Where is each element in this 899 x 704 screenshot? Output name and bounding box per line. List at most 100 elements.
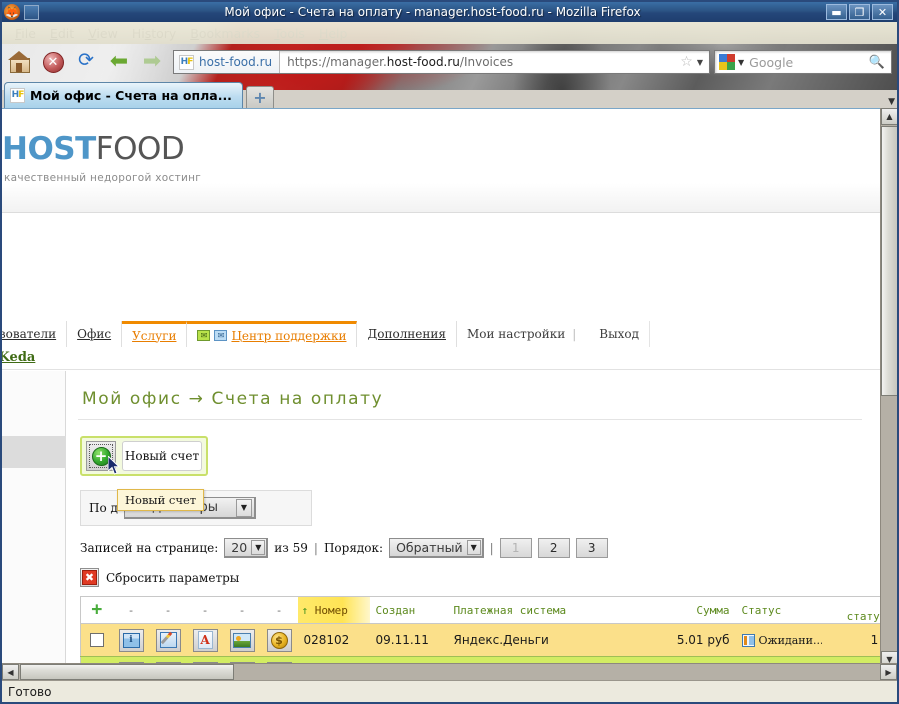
reload-button[interactable]: ⟳ bbox=[71, 47, 101, 77]
title-bar: 🦊 Мой офис - Счета на оплату - manager.h… bbox=[2, 2, 897, 22]
order-label: Порядок: bbox=[323, 541, 384, 555]
row-checkbox[interactable] bbox=[89, 633, 104, 648]
sidebar-highlight-block bbox=[2, 436, 66, 468]
reset-parameters[interactable]: ✖ Сбросить параметры bbox=[80, 568, 874, 587]
new-tab-button[interactable]: + bbox=[245, 86, 274, 108]
nav-item-logout[interactable]: Выход bbox=[589, 321, 649, 347]
nav-item-office[interactable]: Офис bbox=[67, 321, 123, 347]
scroll-right-button[interactable]: ▶ bbox=[880, 664, 897, 680]
close-x-icon[interactable]: ✖ bbox=[80, 568, 99, 587]
new-invoice-label: Новый счет bbox=[122, 441, 202, 471]
page-horizontal-scrollbar[interactable]: ◀ ▶ bbox=[2, 663, 897, 680]
column-select-all[interactable]: + bbox=[80, 596, 113, 624]
tab-invoices[interactable]: HF Мой офис - Счета на опла... bbox=[4, 82, 243, 108]
main-navigation: Группы Пользователи Офис Услуги ✉ ✉ Цент… bbox=[2, 321, 897, 347]
new-invoice-icon-button[interactable]: + bbox=[86, 441, 116, 471]
chevron-down-icon[interactable]: ▼ bbox=[735, 58, 749, 67]
row-edit-cell[interactable] bbox=[149, 623, 187, 657]
sort-asc-icon: ↑ bbox=[301, 603, 309, 617]
forward-button[interactable]: ➡ bbox=[137, 47, 167, 77]
chevron-down-icon[interactable]: ▼ bbox=[695, 58, 709, 67]
nav-item-support-center[interactable]: ✉ ✉ Центр поддержки bbox=[187, 321, 358, 347]
pagination-separator-2: | bbox=[489, 541, 494, 555]
bookmark-star-icon[interactable]: ☆ bbox=[678, 54, 695, 70]
column-edit: - bbox=[149, 596, 187, 624]
records-per-page-select[interactable]: 20 ▼ bbox=[224, 538, 269, 558]
nav-item-users[interactable]: Пользователи bbox=[2, 321, 68, 347]
plus-icon: + bbox=[91, 598, 103, 620]
nav-label: Мои настройки bbox=[466, 327, 566, 341]
minimize-button[interactable]: ▬ bbox=[826, 4, 847, 20]
scroll-left-button[interactable]: ◀ bbox=[2, 664, 19, 680]
column-payment-system[interactable]: Платежная система bbox=[447, 596, 618, 624]
coin-icon[interactable]: $ bbox=[266, 628, 292, 652]
chevron-down-icon: ▼ bbox=[251, 540, 266, 555]
search-input[interactable]: Google bbox=[749, 55, 869, 70]
menu-bar-background bbox=[2, 22, 897, 44]
order-select-value: Обратный bbox=[396, 540, 463, 555]
new-invoice-tooltip: Новый счет bbox=[117, 489, 205, 511]
site-header: HOSTFOOD качественный недорогой хостинг bbox=[2, 109, 897, 213]
order-select[interactable]: Обратный ▼ bbox=[389, 538, 484, 558]
page-button-1[interactable]: 1 bbox=[499, 538, 532, 558]
nav-item-my-settings[interactable]: Мои настройки | bbox=[457, 321, 589, 347]
horizontal-scroll-thumb[interactable] bbox=[20, 664, 234, 680]
edit-icon[interactable] bbox=[155, 628, 181, 652]
info-icon[interactable] bbox=[118, 628, 144, 652]
maximize-button[interactable]: ❐ bbox=[849, 4, 870, 20]
sidebar: ты рамма bbox=[2, 371, 66, 668]
site-identity-block[interactable]: HF host-food.ru bbox=[174, 51, 281, 73]
pagination-separator: | bbox=[313, 541, 318, 555]
nav-label: Выход bbox=[599, 327, 640, 341]
back-button[interactable]: ⬅ bbox=[104, 47, 134, 77]
site-identity-label: host-food.ru bbox=[199, 55, 273, 69]
pdf-icon[interactable] bbox=[192, 628, 218, 652]
user-account-link[interactable]: ex Keda bbox=[2, 350, 35, 365]
status-text: Готово bbox=[8, 684, 52, 699]
home-button[interactable] bbox=[5, 47, 35, 77]
table-header-row: + - - - - - ↑ Номер Создан Платежная сис… bbox=[80, 596, 897, 624]
url-input[interactable]: https://manager.host-food.ru/Invoices bbox=[280, 55, 678, 69]
row-checkbox-cell[interactable] bbox=[80, 623, 113, 657]
url-bar[interactable]: HF host-food.ru https://manager.host-foo… bbox=[173, 50, 710, 74]
site-logo[interactable]: HOSTFOOD bbox=[2, 131, 185, 167]
table-row[interactable]: $ 028102 09.11.11 Яндекс.Деньги 5.01 руб… bbox=[80, 623, 897, 657]
stop-button[interactable]: ✕ bbox=[38, 47, 68, 77]
reload-icon: ⟳ bbox=[78, 49, 94, 71]
column-status[interactable]: Статус bbox=[735, 596, 822, 624]
column-created[interactable]: Создан bbox=[369, 596, 448, 624]
page-button-3[interactable]: 3 bbox=[575, 538, 608, 558]
nav-separator: | bbox=[572, 327, 577, 341]
window-title: Мой офис - Счета на оплату - manager.hos… bbox=[224, 5, 641, 19]
new-invoice-button[interactable]: + Новый счет bbox=[80, 436, 208, 476]
page-button-2[interactable]: 2 bbox=[537, 538, 570, 558]
image-icon[interactable] bbox=[229, 628, 255, 652]
row-pdf-cell[interactable] bbox=[186, 623, 224, 657]
records-per-page-value: 20 bbox=[231, 540, 248, 555]
nav-item-addons[interactable]: Дополнения bbox=[357, 321, 457, 347]
window-menu-icon[interactable] bbox=[24, 4, 39, 20]
nav-label: Услуги bbox=[132, 328, 177, 343]
nav-label: Пользователи bbox=[2, 327, 57, 341]
column-amount[interactable]: Сумма bbox=[617, 596, 736, 624]
invoices-table: + - - - - - ↑ Номер Создан Платежная сис… bbox=[80, 596, 897, 668]
scroll-up-button[interactable]: ▲ bbox=[881, 108, 897, 125]
vertical-scroll-thumb[interactable] bbox=[881, 126, 897, 396]
site-favicon-icon: HF bbox=[179, 54, 194, 70]
plus-icon: + bbox=[91, 446, 111, 466]
nav-item-services[interactable]: Услуги bbox=[122, 321, 188, 347]
search-icon[interactable]: 🔍 bbox=[869, 55, 891, 70]
contract-filter: По д се договоры ▼ Новый счет bbox=[80, 489, 312, 526]
tab-scroll-icon[interactable]: ▼ bbox=[888, 97, 895, 107]
mail-green-icon: ✉ bbox=[197, 330, 211, 341]
pagination-bar: Записей на странице: 20 ▼ из 59 | Порядо… bbox=[80, 538, 874, 558]
search-bar[interactable]: ▼ Google 🔍 bbox=[714, 50, 892, 74]
close-button[interactable]: ✕ bbox=[872, 4, 893, 20]
row-pay-cell[interactable]: $ bbox=[260, 623, 298, 657]
nav-label: Центр поддержки bbox=[231, 328, 347, 343]
column-number[interactable]: ↑ Номер bbox=[297, 596, 370, 624]
url-prefix: https://manager. bbox=[287, 55, 387, 69]
row-info-cell[interactable] bbox=[112, 623, 150, 657]
row-image-cell[interactable] bbox=[223, 623, 261, 657]
page-vertical-scrollbar[interactable]: ▲ ▼ bbox=[880, 108, 897, 668]
